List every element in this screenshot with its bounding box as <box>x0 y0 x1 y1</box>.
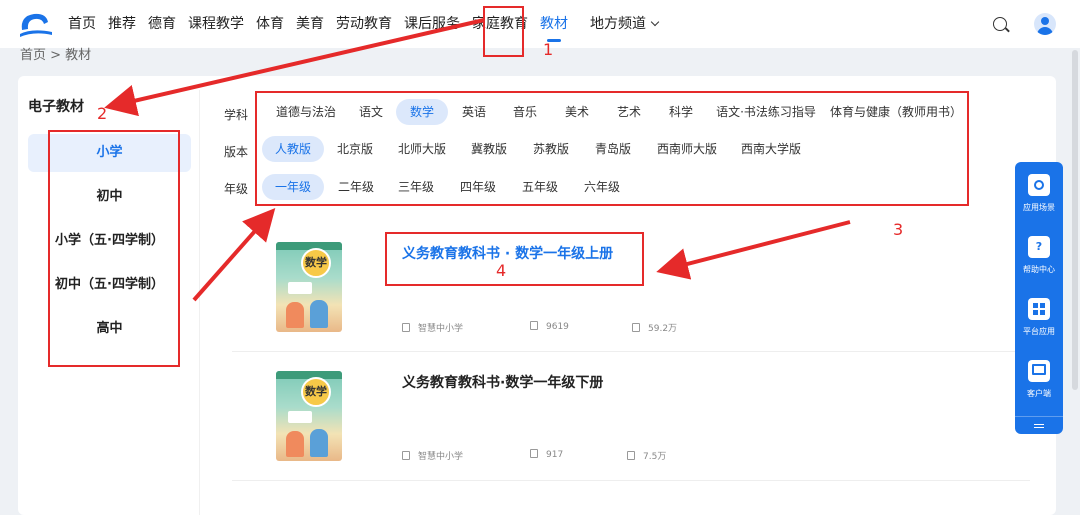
annotation-number: 4 <box>496 261 507 280</box>
annotation-box-1 <box>483 6 524 57</box>
float-item-help[interactable]: ? 帮助中心 <box>1015 236 1063 275</box>
annotation-number: 1 <box>543 40 554 59</box>
breadcrumb: 首页 > 教材 <box>20 48 92 63</box>
cover-grade-tag <box>288 282 312 294</box>
collapse-icon[interactable] <box>1015 416 1063 434</box>
float-item-scenes[interactable]: 应用场景 <box>1015 174 1063 213</box>
cover-figure <box>310 429 328 457</box>
likes-text: 9619 <box>546 322 569 332</box>
views-text: 7.5万 <box>643 452 667 462</box>
annotation-box-2 <box>48 130 180 367</box>
nav-item-home[interactable]: 首页 <box>68 0 96 48</box>
book-publisher: 智慧中小学 <box>402 321 463 334</box>
nav-item-afterschool[interactable]: 课后服务 <box>404 0 460 48</box>
float-item-label: 帮助中心 <box>1023 265 1055 274</box>
annotation-box-4 <box>385 232 644 286</box>
book-likes: 917 <box>530 449 563 460</box>
cover-figure <box>286 431 304 457</box>
book-cover-image[interactable]: 数学 <box>276 242 342 332</box>
view-count-icon <box>627 451 635 460</box>
float-item-label: 应用场景 <box>1023 203 1055 212</box>
edition-label: 版本 <box>224 145 249 159</box>
nav-item-local-label: 地方频道 <box>590 16 646 32</box>
scene-icon <box>1028 174 1050 196</box>
publisher-text: 智慧中小学 <box>418 324 464 334</box>
book-icon <box>402 451 410 460</box>
grade-label: 年级 <box>224 182 249 196</box>
app-grid-icon <box>1028 298 1050 320</box>
client-screen-icon <box>1028 360 1050 382</box>
float-item-label: 平台应用 <box>1023 327 1055 336</box>
thumbs-up-icon <box>530 449 538 458</box>
search-icon[interactable] <box>993 17 1007 31</box>
nav-item-labor[interactable]: 劳动教育 <box>336 0 392 48</box>
cover-subject-badge: 数学 <box>301 248 331 278</box>
book-item[interactable]: 数学 义务教育教科书·数学一年级下册 智慧中小学 917 7.5万 <box>232 352 1030 482</box>
avatar[interactable] <box>1034 13 1056 35</box>
nav-item-course[interactable]: 课程教学 <box>188 0 244 48</box>
cover-figure <box>310 300 328 328</box>
book-cover-image[interactable]: 数学 <box>276 371 342 461</box>
thumbs-up-icon <box>530 321 538 330</box>
nav-item-pe[interactable]: 体育 <box>256 0 284 48</box>
page-scrollbar[interactable] <box>1072 50 1078 390</box>
float-item-label: 客户端 <box>1027 389 1051 398</box>
cover-grade-tag <box>288 411 312 423</box>
nav-item-local[interactable]: 地方频道 <box>590 0 660 48</box>
nav-item-art[interactable]: 美育 <box>296 0 324 48</box>
sidebar-title: 电子教材 <box>28 99 84 115</box>
nav-item-moral[interactable]: 德育 <box>148 0 176 48</box>
floating-toolbar: 应用场景 ? 帮助中心 平台应用 客户端 <box>1015 162 1063 434</box>
annotation-box-3 <box>255 91 969 206</box>
annotation-number: 2 <box>97 104 108 123</box>
book-views: 7.5万 <box>627 449 666 462</box>
book-views: 59.2万 <box>632 321 677 334</box>
help-icon: ? <box>1028 236 1050 258</box>
top-nav: 首页 推荐 德育 课程教学 体育 美育 劳动教育 课后服务 家庭教育 教材 地方… <box>0 0 1080 48</box>
book-publisher: 智慧中小学 <box>402 449 463 462</box>
annotation-number: 3 <box>893 220 904 239</box>
book-title[interactable]: 义务教育教科书·数学一年级下册 <box>402 372 603 392</box>
sidebar-divider <box>199 90 200 515</box>
views-text: 59.2万 <box>648 324 678 334</box>
site-logo-icon[interactable] <box>18 10 54 38</box>
publisher-text: 智慧中小学 <box>418 452 464 462</box>
subject-label: 学科 <box>224 108 249 122</box>
cover-figure <box>286 302 304 328</box>
chevron-down-icon <box>650 17 660 27</box>
cover-subject-badge: 数学 <box>301 377 331 407</box>
book-likes: 9619 <box>530 321 569 332</box>
nav-menu: 首页 推荐 德育 课程教学 体育 美育 劳动教育 课后服务 家庭教育 教材 地方… <box>68 0 670 48</box>
float-item-apps[interactable]: 平台应用 <box>1015 298 1063 337</box>
view-count-icon <box>632 323 640 332</box>
float-item-client[interactable]: 客户端 <box>1015 360 1063 399</box>
likes-text: 917 <box>546 450 564 460</box>
book-divider <box>232 480 1030 481</box>
book-icon <box>402 323 410 332</box>
nav-item-recommend[interactable]: 推荐 <box>108 0 136 48</box>
